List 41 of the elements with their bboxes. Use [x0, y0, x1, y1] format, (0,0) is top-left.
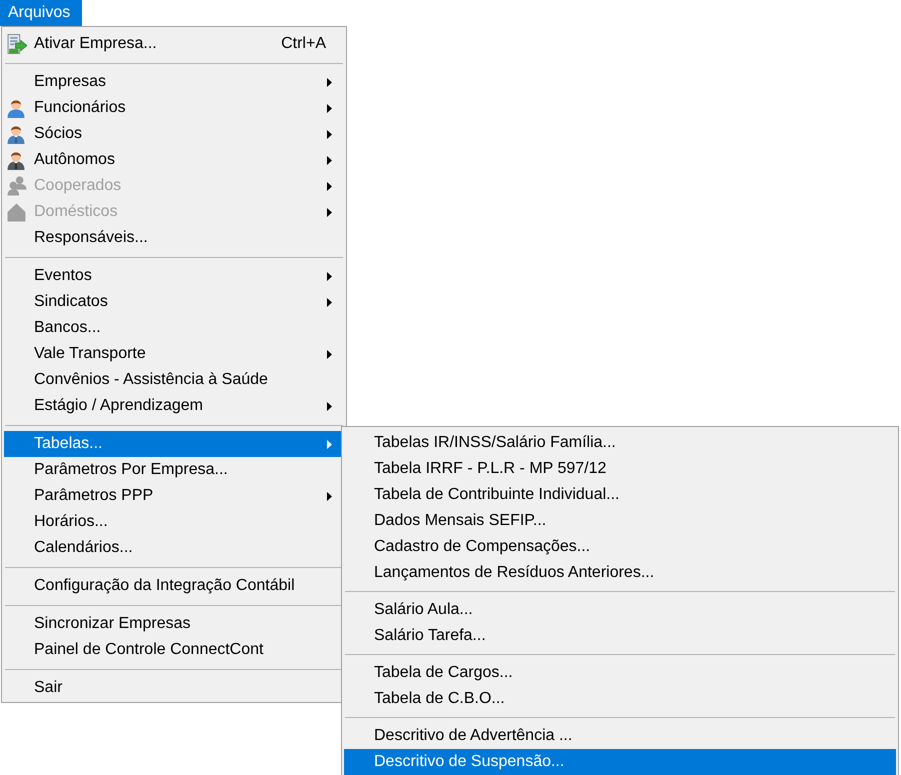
menu-item[interactable]: Salário Tarefa...: [344, 623, 896, 649]
menu-item[interactable]: Parâmetros PPP: [4, 483, 344, 509]
menu-item[interactable]: Tabela IRRF - P.L.R - MP 597/12: [344, 456, 896, 482]
menu-item[interactable]: Tabela de Contribuinte Individual...: [344, 482, 896, 508]
menu-item[interactable]: Convênios - Assistência à Saúde: [4, 367, 344, 393]
menu-item[interactable]: Tabela de C.B.O...: [344, 686, 896, 712]
menu-item[interactable]: Sincronizar Empresas: [4, 611, 344, 637]
menu-item[interactable]: Parâmetros Por Empresa...: [4, 457, 344, 483]
menu-item[interactable]: Vale Transporte: [4, 341, 344, 367]
menu-item[interactable]: Estágio / Aprendizagem: [4, 393, 344, 419]
menu-item[interactable]: Tabela de Cargos...: [344, 660, 896, 686]
menu-item[interactable]: Descritivo de Advertência ...: [344, 723, 896, 749]
menu-item[interactable]: Tabelas...: [4, 431, 344, 457]
menu-item[interactable]: Dados Mensais SEFIP...: [344, 508, 896, 534]
menu-item[interactable]: Funcionários: [4, 95, 344, 121]
shortcut-label: Ctrl+A: [281, 35, 326, 53]
menu-bar-item[interactable]: Arquivos: [0, 0, 82, 26]
menu-item[interactable]: Responsáveis...: [4, 225, 344, 251]
menu-item[interactable]: Descritivo de Suspensão...: [344, 749, 896, 775]
menu-item[interactable]: Sócios: [4, 121, 344, 147]
menu-item[interactable]: Tabelas IR/INSS/Salário Família...: [344, 430, 896, 456]
house-icon: [7, 202, 27, 222]
menu-item[interactable]: Salário Aula...: [344, 597, 896, 623]
menu-item[interactable]: Configuração da Integração Contábil: [4, 573, 344, 599]
menu-item[interactable]: Eventos: [4, 263, 344, 289]
menu-item[interactable]: Bancos...: [4, 315, 344, 341]
people-icon: [7, 176, 27, 196]
menu-item[interactable]: Sindicatos: [4, 289, 344, 315]
menu-item[interactable]: Cadastro de Compensações...: [344, 534, 896, 560]
menu-item[interactable]: Empresas: [4, 69, 344, 95]
person-tie-icon: [7, 124, 25, 144]
menu-item[interactable]: Autônomos: [4, 147, 344, 173]
person-suit-icon: [7, 150, 25, 170]
menu-item[interactable]: Lançamentos de Resíduos Anteriores...: [344, 560, 896, 586]
menu-item[interactable]: Ativar Empresa... Ctrl+A: [4, 31, 344, 57]
person-icon: [7, 98, 25, 118]
menu-item[interactable]: Horários...: [4, 509, 344, 535]
menu-item[interactable]: Calendários...: [4, 535, 344, 561]
building-arrow-icon: [7, 34, 27, 54]
menu-item[interactable]: Sair: [4, 675, 344, 701]
menu-item[interactable]: Painel de Controle ConnectCont: [4, 637, 344, 663]
